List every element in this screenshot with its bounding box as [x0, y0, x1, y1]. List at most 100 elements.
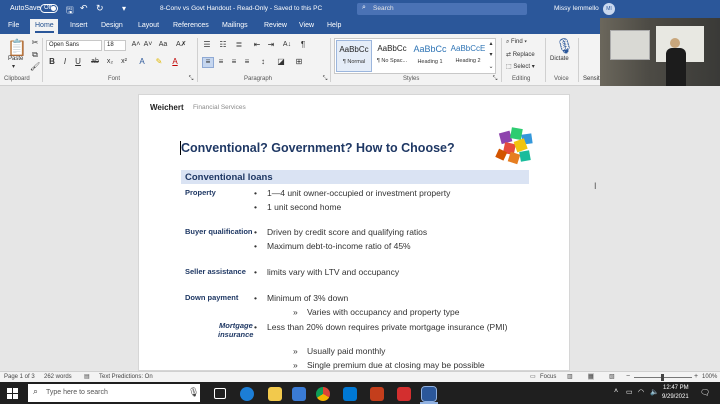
show-marks-icon[interactable]: ¶	[298, 40, 308, 50]
style-heading-2[interactable]: AaBbCcE Heading 2	[450, 40, 486, 72]
font-dialog-launcher-icon[interactable]: ⤡	[186, 74, 196, 84]
taskbar-search-box[interactable]: ⌕ Type here to search 🎙	[28, 384, 200, 402]
tab-references[interactable]: References	[173, 22, 209, 29]
page-count[interactable]: Page 1 of 3	[4, 374, 35, 380]
focus-icon[interactable]: ▭	[530, 373, 536, 380]
customize-qat-icon[interactable]: ▾	[122, 4, 126, 13]
styles-scroll-down-icon[interactable]: ▾	[486, 50, 496, 60]
outlook-icon[interactable]	[343, 387, 357, 401]
proofing-icon[interactable]: ▤	[84, 373, 90, 380]
edge-icon[interactable]	[240, 387, 254, 401]
redo-icon[interactable]: ↻	[96, 3, 104, 14]
read-mode-icon[interactable]: ▥	[567, 373, 573, 380]
tab-review[interactable]: Review	[264, 22, 287, 29]
zoom-level[interactable]: 100%	[702, 374, 717, 380]
search-box[interactable]: ⌕ Search	[357, 3, 527, 15]
print-layout-icon[interactable]: ▦	[588, 373, 594, 380]
shading-icon[interactable]: ◪	[276, 57, 286, 67]
network-icon[interactable]: ▭	[626, 388, 633, 396]
format-painter-icon[interactable]: 🖌	[30, 62, 40, 72]
dictate-label[interactable]: Dictate	[550, 56, 569, 62]
paste-label[interactable]: Paste	[8, 56, 23, 62]
tab-view[interactable]: View	[299, 22, 314, 29]
borders-icon[interactable]: ⊞	[294, 57, 304, 67]
strikethrough-icon[interactable]: ab	[90, 57, 100, 67]
sort-icon[interactable]: A↓	[282, 40, 292, 50]
taskbar-time[interactable]: 12:47 PM	[663, 385, 689, 391]
underline-icon[interactable]: U	[73, 57, 83, 67]
wifi-icon[interactable]: ◠	[638, 388, 644, 396]
web-layout-icon[interactable]: ▧	[609, 373, 615, 380]
microphone-icon[interactable]: 🎙	[188, 387, 199, 398]
style-heading-1[interactable]: AaBbCc Heading 1	[412, 40, 448, 72]
cut-icon[interactable]: ✂	[30, 38, 40, 48]
align-right-icon[interactable]: ≡	[229, 57, 239, 67]
font-color-icon[interactable]: A	[170, 57, 180, 67]
grow-font-icon[interactable]: A˄	[131, 40, 141, 50]
zoom-slider-thumb[interactable]	[661, 374, 664, 381]
user-name[interactable]: Missy Iemmello	[554, 5, 599, 12]
focus-label[interactable]: Focus	[540, 374, 556, 380]
windows-start-icon[interactable]	[7, 388, 18, 399]
style-no-spacing[interactable]: AaBbCc ¶ No Spac...	[374, 40, 410, 72]
notifications-icon[interactable]: 🗨	[700, 388, 710, 397]
superscript-icon[interactable]: x²	[119, 57, 129, 67]
copy-icon[interactable]: ⧉	[30, 50, 40, 60]
find-button[interactable]: ⌕ Find ▾	[506, 39, 527, 46]
decrease-indent-icon[interactable]: ⇤	[252, 40, 262, 50]
subscript-icon[interactable]: x₂	[105, 57, 115, 67]
tab-insert[interactable]: Insert	[70, 22, 88, 29]
tab-design[interactable]: Design	[101, 22, 123, 29]
justify-icon[interactable]: ≡	[242, 57, 252, 67]
numbering-icon[interactable]: ☷	[218, 40, 228, 50]
powerpoint-icon[interactable]	[370, 387, 384, 401]
task-view-icon[interactable]	[214, 388, 226, 399]
document-page[interactable]: Weichert Financial Services Conventional…	[138, 94, 570, 371]
increase-indent-icon[interactable]: ⇥	[266, 40, 276, 50]
tab-mailings[interactable]: Mailings	[222, 22, 248, 29]
text-effects-icon[interactable]: A	[137, 57, 147, 67]
taskbar-date[interactable]: 9/29/2021	[662, 394, 689, 400]
multilevel-list-icon[interactable]: ≣	[234, 40, 244, 50]
clear-formatting-icon[interactable]: A✗	[176, 40, 187, 50]
microphone-icon[interactable]: 🎙	[555, 37, 574, 55]
italic-icon[interactable]: I	[60, 57, 70, 67]
tab-help[interactable]: Help	[327, 22, 341, 29]
paragraph-dialog-launcher-icon[interactable]: ⤡	[320, 74, 330, 84]
paste-icon[interactable]: 📋	[7, 38, 27, 58]
word-icon[interactable]	[421, 386, 437, 402]
styles-scroll-up-icon[interactable]: ▴	[486, 39, 496, 49]
word-count[interactable]: 262 words	[44, 374, 72, 380]
line-spacing-icon[interactable]: ↕	[258, 57, 268, 67]
shrink-font-icon[interactable]: A˅	[143, 40, 153, 50]
tab-file[interactable]: File	[8, 22, 19, 29]
bullets-icon[interactable]: ☰	[202, 40, 212, 50]
tab-layout[interactable]: Layout	[138, 22, 159, 29]
font-name-box[interactable]: Open Sans	[46, 40, 102, 51]
change-case-icon[interactable]: Aa	[158, 40, 168, 50]
undo-icon[interactable]: ↶	[80, 3, 88, 14]
file-explorer-icon[interactable]	[268, 387, 282, 401]
bold-icon[interactable]: B	[47, 57, 57, 67]
styles-dialog-launcher-icon[interactable]: ⤡	[490, 74, 500, 84]
avatar[interactable]: MI	[603, 3, 615, 15]
chrome-icon[interactable]	[316, 387, 330, 401]
save-icon[interactable]: 🖫	[66, 3, 74, 19]
system-tray-chevron-icon[interactable]: ˄	[614, 388, 618, 395]
align-center-icon[interactable]: ≡	[216, 57, 226, 67]
styles-more-icon[interactable]: ⌄	[486, 62, 496, 72]
volume-icon[interactable]: 🔈	[650, 388, 659, 396]
align-left-icon[interactable]: ≡	[203, 57, 213, 67]
font-size-box[interactable]: 18	[104, 40, 126, 51]
zoom-out-icon[interactable]: −	[626, 373, 630, 380]
acrobat-icon[interactable]	[397, 387, 411, 401]
sensitivity-label[interactable]: Sensiti	[583, 76, 601, 82]
style-normal[interactable]: AaBbCc ¶ Normal	[336, 40, 372, 72]
text-predictions-status[interactable]: Text Predictions: On	[99, 374, 153, 380]
replace-button[interactable]: ⇄ Replace	[506, 51, 535, 58]
zoom-in-icon[interactable]: +	[694, 373, 698, 380]
highlight-icon[interactable]: ✎	[154, 57, 164, 67]
store-icon[interactable]	[292, 387, 306, 401]
select-button[interactable]: ⬚ Select ▾	[506, 63, 535, 70]
tab-home[interactable]: Home	[35, 22, 54, 29]
